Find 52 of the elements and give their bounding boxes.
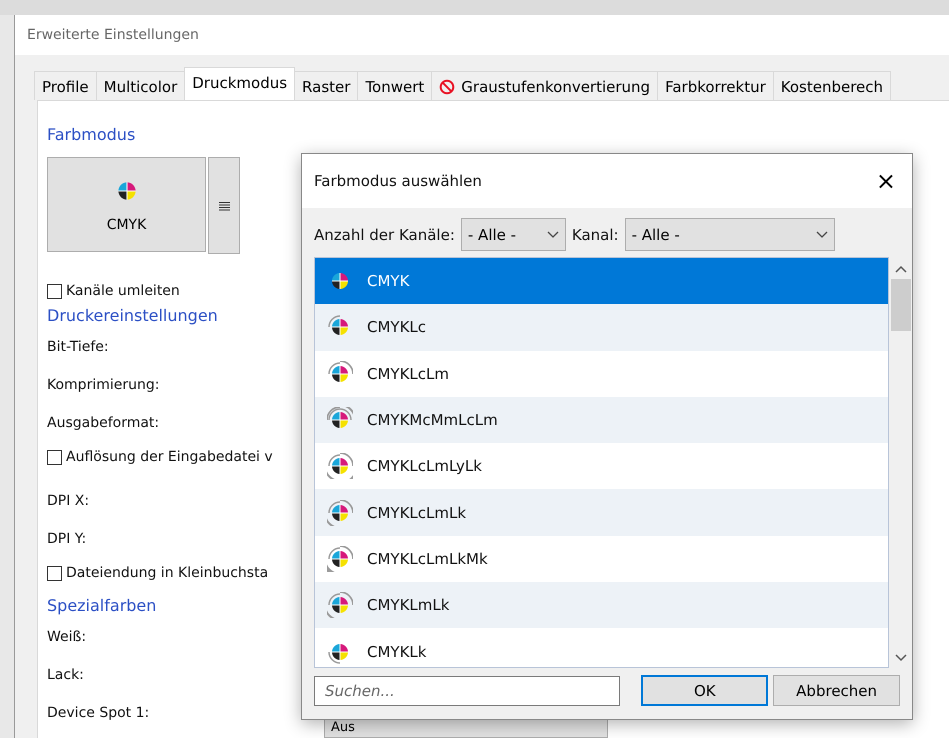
chevron-down-icon [546,231,559,238]
menu-icon [218,200,230,210]
prohibited-icon [439,79,456,95]
list-item[interactable]: CMYKLcLmLk [315,489,888,536]
field-label: Weiß: [47,628,86,647]
chevron-down-icon [816,231,828,238]
field-label: DPI X: [47,492,90,511]
filter-label: Anzahl der Kanäle: [314,226,455,244]
field-label: Lack: [47,666,84,685]
field-label: Device Spot 1: [47,704,150,723]
scrollbar-thumb[interactable] [890,279,911,331]
checkbox-label: Auflösung der Eingabedatei v [66,449,273,465]
color-wheel-icon [327,592,353,618]
scroll-down-icon[interactable] [894,654,907,662]
list-item[interactable]: CMYKLcLm [315,350,888,397]
section-heading: Druckereinstellungen [47,306,218,327]
tab[interactable]: Kostenberech [772,71,892,100]
dropdown[interactable]: - Alle - [460,218,566,251]
color-wheel-icon [327,453,353,480]
tab[interactable]: Profile [34,71,97,100]
section-heading: Spezialfarben [47,596,156,617]
color-wheel-icon [327,546,353,572]
color-mode-button[interactable]: CMYK [47,157,206,252]
field-label: Ausgabeformat: [47,414,160,433]
list-item[interactable]: CMYKLcLmLkMk [315,536,888,582]
section-heading: Farbmodus [47,125,136,146]
window-title: Erweiterte Einstellungen [15,15,949,55]
checkbox[interactable] [47,566,62,580]
color-wheel-icon [327,500,353,526]
field-label: Komprimierung: [47,376,160,395]
close-button[interactable]: × [872,169,900,193]
ok-button[interactable]: OK [641,675,768,706]
checkbox[interactable] [47,284,62,298]
dropdown[interactable]: - Alle - [624,218,835,251]
checkbox[interactable] [47,450,62,464]
filter-label: Kanal: [572,226,619,244]
checkbox-label: Kanäle umleiten [66,283,180,299]
list-item[interactable]: CMYKLk [315,628,888,667]
field-label: DPI Y: [47,530,86,549]
dropdown[interactable]: Aus [324,718,608,738]
list-item[interactable]: CMYKLmLk [315,582,888,628]
search-field[interactable]: Suchen... [314,676,620,706]
field-label: Bit-Tiefe: [47,338,109,357]
checkbox-label: Dateiendung in Kleinbuchsta [66,565,268,581]
dialog-title: Farbmodus auswählen [314,172,482,190]
list-item[interactable]: CMYKLcLmLyLk [315,443,888,490]
scroll-up-icon[interactable] [894,265,907,273]
list-item[interactable]: CMYK [315,258,888,304]
list-item[interactable]: CMYKMcMmLcLm [315,396,888,444]
list-item[interactable]: CMYKLc [315,304,888,351]
cancel-button[interactable]: Abbrechen [773,675,900,706]
tab[interactable]: Druckmodus [184,67,296,100]
